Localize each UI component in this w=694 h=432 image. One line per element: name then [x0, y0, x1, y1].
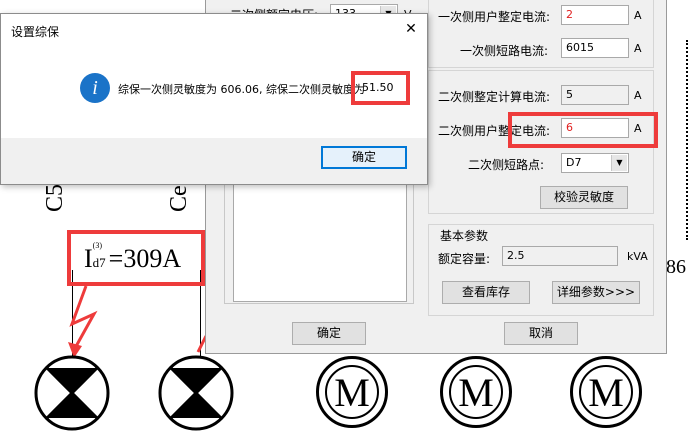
- message-box-title: 设置综保: [11, 25, 60, 39]
- dialog-ok-button[interactable]: 确定: [292, 322, 366, 345]
- cad-tick-marks: [686, 40, 690, 240]
- detail-params-button[interactable]: 详细参数>>>: [552, 281, 640, 304]
- message-ok-button[interactable]: 确定: [321, 146, 407, 169]
- secondary-current-highlight-box: [508, 112, 658, 148]
- message-text: 综保一次侧灵敏度为 606.06, 综保二次侧灵敏度为: [118, 83, 365, 96]
- secondary-short-point-select[interactable]: D7 ▼: [561, 153, 629, 173]
- current-value: =309A: [108, 244, 182, 273]
- motor-symbol-3: M: [570, 356, 642, 428]
- secondary-short-point-label: 二次侧短路点:: [468, 158, 545, 172]
- motor-symbol-2: M: [440, 356, 512, 428]
- breaker-symbol-mid: [158, 355, 234, 431]
- current-symbol: I: [84, 244, 93, 273]
- short-circuit-current-label: I (3) d7 =309A: [84, 241, 182, 274]
- motor-letter: M: [588, 370, 624, 415]
- rated-capacity-unit: kVA: [627, 250, 648, 263]
- red-arrow-icon: [68, 285, 98, 358]
- primary-short-current-field[interactable]: 6015: [561, 38, 629, 58]
- primary-user-current-unit: A: [634, 9, 642, 22]
- side-text: 86: [666, 256, 686, 278]
- info-icon: i: [80, 73, 110, 103]
- basic-params-title: 基本参数: [438, 227, 491, 244]
- rated-capacity-field[interactable]: 2.5: [502, 246, 618, 266]
- cad-vertical-label-mid: Ce: [166, 185, 192, 212]
- message-box-footer: 确定: [1, 138, 427, 184]
- breaker-symbol-left: [34, 355, 110, 431]
- secondary-calc-current-unit: A: [634, 89, 642, 102]
- primary-user-current-label: 一次侧用户整定电流:: [438, 10, 551, 24]
- message-box-titlebar: 设置综保 ✕: [1, 14, 427, 47]
- verify-sensitivity-button[interactable]: 校验灵敏度: [540, 186, 628, 209]
- primary-short-current-label: 一次侧短路电流:: [460, 44, 549, 58]
- dialog-cancel-button[interactable]: 取消: [504, 322, 578, 345]
- view-stock-button[interactable]: 查看库存: [442, 281, 530, 304]
- primary-user-current-field[interactable]: 2: [561, 5, 629, 25]
- secondary-calc-current-label: 二次侧整定计算电流:: [438, 90, 551, 104]
- current-superscript: (3): [92, 241, 102, 250]
- rated-capacity-label: 额定容量:: [438, 252, 491, 266]
- motor-symbol-1: M: [316, 356, 388, 428]
- message-box: 设置综保 ✕ i 综保一次侧灵敏度为 606.06, 综保二次侧灵敏度为 51.…: [0, 13, 428, 185]
- primary-short-current-unit: A: [634, 42, 642, 55]
- secondary-calc-current-field[interactable]: 5: [561, 85, 629, 105]
- secondary-sensitivity-value: 51.50: [362, 81, 394, 94]
- close-icon[interactable]: ✕: [403, 21, 419, 37]
- motor-letter: M: [334, 370, 370, 415]
- motor-letter: M: [458, 370, 494, 415]
- current-subscript: d7: [92, 255, 106, 270]
- chevron-down-icon[interactable]: ▼: [611, 155, 627, 171]
- left-list-box[interactable]: [233, 180, 407, 302]
